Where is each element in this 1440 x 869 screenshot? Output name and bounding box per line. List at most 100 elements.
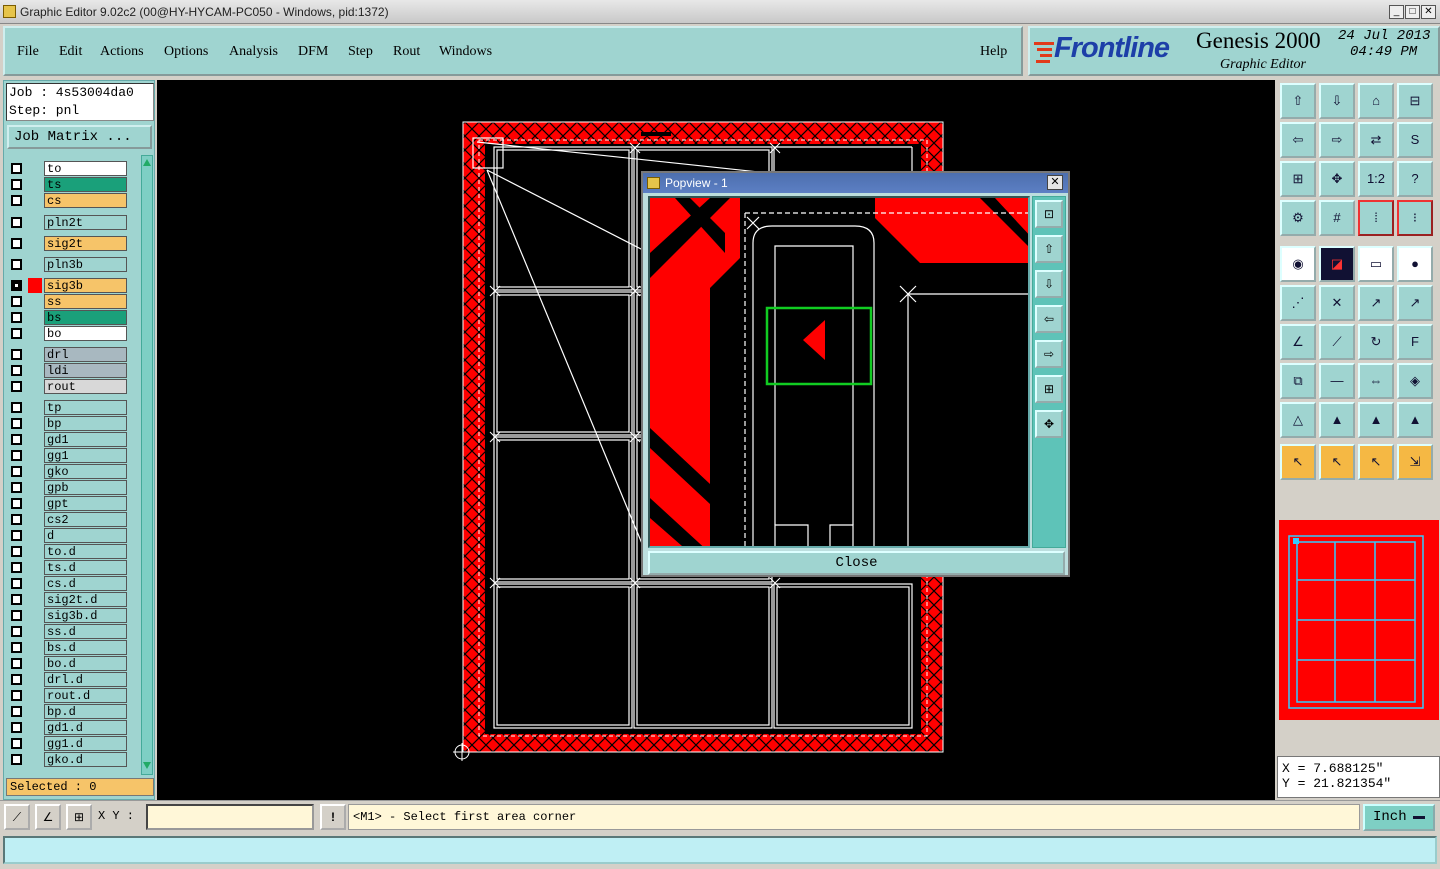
layer-name[interactable]: to.d xyxy=(44,544,127,559)
triangle-move-icon[interactable]: ▲ xyxy=(1397,402,1433,438)
popview-close-button[interactable]: Close xyxy=(648,551,1065,575)
job-matrix-button[interactable]: Job Matrix ... xyxy=(7,125,152,149)
triangle-up-icon[interactable]: ▲ xyxy=(1319,402,1355,438)
layer-row-gpt[interactable]: gpt xyxy=(8,496,127,511)
layer-color-swatch[interactable] xyxy=(28,752,42,767)
layer-color-swatch[interactable] xyxy=(28,688,42,703)
layer-checkbox[interactable] xyxy=(11,706,22,717)
layer-checkbox[interactable] xyxy=(11,722,22,733)
layer-name[interactable]: sig2t.d xyxy=(44,592,127,607)
layer-name[interactable]: gko.d xyxy=(44,752,127,767)
layer-checkbox[interactable] xyxy=(11,179,22,190)
layer-color-swatch[interactable] xyxy=(28,448,42,463)
pan-down-icon[interactable]: ⇩ xyxy=(1319,83,1355,119)
layer-color-swatch[interactable] xyxy=(28,177,42,192)
redraw-icon[interactable]: S xyxy=(1397,122,1433,158)
layer-color-swatch[interactable] xyxy=(28,379,42,394)
layer-row-bo[interactable]: bo xyxy=(8,326,127,341)
layer-checkbox[interactable] xyxy=(11,434,22,445)
layer-color-swatch[interactable] xyxy=(28,432,42,447)
layer-name[interactable]: bo xyxy=(44,326,127,341)
angle-icon[interactable]: ∠ xyxy=(1280,324,1316,360)
layer-row-tp[interactable]: tp xyxy=(8,400,127,415)
menu-dfm[interactable]: DFM xyxy=(298,44,328,60)
layer-color-swatch[interactable] xyxy=(28,736,42,751)
layer-name[interactable]: cs xyxy=(44,193,127,208)
pan-left-icon[interactable]: ⇦ xyxy=(1280,122,1316,158)
popview-zoom-icon[interactable]: ⊡ xyxy=(1035,200,1063,228)
menu-analysis[interactable]: Analysis xyxy=(229,44,278,60)
layer-checkbox[interactable] xyxy=(11,259,22,270)
layer-color-swatch[interactable] xyxy=(28,512,42,527)
layer-checkbox[interactable] xyxy=(11,738,22,749)
layer-checkbox[interactable] xyxy=(11,626,22,637)
layer-row-sig3b[interactable]: sig3b xyxy=(8,278,127,293)
layer-checkbox[interactable] xyxy=(11,498,22,509)
layer-checkbox[interactable] xyxy=(11,296,22,307)
layer-name[interactable]: bs xyxy=(44,310,127,325)
popview-pan-right-icon[interactable]: ⇨ xyxy=(1035,340,1063,368)
layer-color-swatch[interactable] xyxy=(28,592,42,607)
line-add-icon[interactable]: ↗ xyxy=(1358,285,1394,321)
layer-color-swatch[interactable] xyxy=(28,496,42,511)
menu-options[interactable]: Options xyxy=(164,44,208,60)
menu-file[interactable]: File xyxy=(17,44,39,60)
layer-color-swatch[interactable] xyxy=(28,161,42,176)
layer-checkbox[interactable] xyxy=(11,530,22,541)
layer-row-to-d[interactable]: to.d xyxy=(8,544,127,559)
layer-row-sig2t[interactable]: sig2t xyxy=(8,236,127,251)
window-icon[interactable]: ⊟ xyxy=(1397,83,1433,119)
layer-name[interactable]: ts xyxy=(44,177,127,192)
layer-row-gg1-d[interactable]: gg1.d xyxy=(8,736,127,751)
layer-color-swatch[interactable] xyxy=(28,257,42,272)
layer-checkbox[interactable] xyxy=(11,349,22,360)
layer-checkbox[interactable] xyxy=(11,217,22,228)
layer-name[interactable]: ldi xyxy=(44,363,127,378)
layer-name[interactable]: ts.d xyxy=(44,560,127,575)
layer-row-to[interactable]: to xyxy=(8,161,127,176)
layer-name[interactable]: gpb xyxy=(44,480,127,495)
menu-help[interactable]: Help xyxy=(980,44,1007,60)
layer-checkbox[interactable] xyxy=(11,365,22,376)
zoom-fit-icon[interactable]: ⊞ xyxy=(1280,161,1316,197)
layer-color-swatch[interactable] xyxy=(28,656,42,671)
layer-checkbox[interactable] xyxy=(11,450,22,461)
layer-row-pln2t[interactable]: pln2t xyxy=(8,215,127,230)
layer-row-drl-d[interactable]: drl.d xyxy=(8,672,127,687)
popview-titlebar[interactable]: Popview - 1 ✕ xyxy=(643,173,1068,193)
layer-name[interactable]: gg1 xyxy=(44,448,127,463)
layer-scrollbar[interactable] xyxy=(141,155,153,775)
layer-row-ss[interactable]: ss xyxy=(8,294,127,309)
layer-checkbox[interactable] xyxy=(11,482,22,493)
layer-name[interactable]: drl.d xyxy=(44,672,127,687)
layer-color-swatch[interactable] xyxy=(28,544,42,559)
layer-row-bs[interactable]: bs xyxy=(8,310,127,325)
angle-mode-icon[interactable]: ∠ xyxy=(35,804,61,830)
zoom-ratio-icon[interactable]: 1:2 xyxy=(1358,161,1394,197)
layer-color-swatch[interactable] xyxy=(28,326,42,341)
alert-icon[interactable]: ! xyxy=(320,804,346,830)
layer-row-pln3b[interactable]: pln3b xyxy=(8,257,127,272)
select-icon[interactable]: ↖ xyxy=(1280,444,1316,480)
layer-row-ts[interactable]: ts xyxy=(8,177,127,192)
layer-checkbox[interactable] xyxy=(11,754,22,765)
flip-icon[interactable]: ⇄ xyxy=(1358,122,1394,158)
layer-checkbox[interactable] xyxy=(11,402,22,413)
delete-node-icon[interactable]: ✕ xyxy=(1319,285,1355,321)
layer-name[interactable]: tp xyxy=(44,400,127,415)
select-net-icon[interactable]: ⇲ xyxy=(1397,444,1433,480)
popview-canvas[interactable] xyxy=(648,196,1030,548)
snap-icon[interactable]: ⚙ xyxy=(1280,200,1316,236)
layer-color-swatch[interactable] xyxy=(28,576,42,591)
pan-up-icon[interactable]: ⇧ xyxy=(1280,83,1316,119)
layer-color-swatch[interactable] xyxy=(28,400,42,415)
layer-color-swatch[interactable] xyxy=(28,278,42,293)
split-icon[interactable]: — xyxy=(1319,363,1355,399)
layer-row-sig2t-d[interactable]: sig2t.d xyxy=(8,592,127,607)
minimap[interactable] xyxy=(1279,520,1439,720)
layer-checkbox[interactable] xyxy=(11,642,22,653)
layer-row-gg1[interactable]: gg1 xyxy=(8,448,127,463)
triangle-arrow-icon[interactable]: ▲ xyxy=(1358,402,1394,438)
grid-mode-icon[interactable]: ⊞ xyxy=(66,804,92,830)
layer-name[interactable]: ss.d xyxy=(44,624,127,639)
